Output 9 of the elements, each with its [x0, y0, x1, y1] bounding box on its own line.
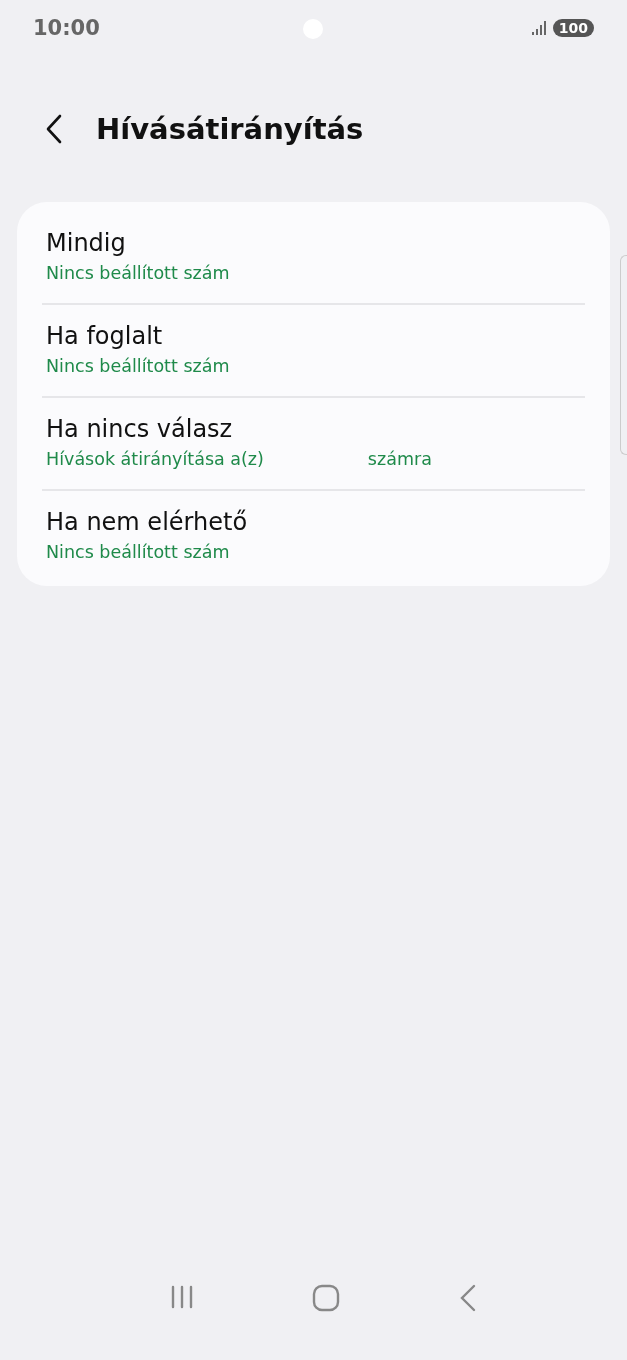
status-time: 10:00 [33, 16, 100, 40]
home-icon[interactable] [312, 1284, 341, 1312]
page-title: Hívásátirányítás [96, 112, 364, 146]
signal-icon [530, 20, 547, 36]
forwarding-option[interactable]: Ha nincs válasz Hívások átirányítása a(z) számra [42, 398, 585, 489]
forwarding-option[interactable]: Mindig Nincs beállított szám [42, 212, 585, 303]
forwarding-option[interactable]: Ha foglalt Nincs beállított szám [42, 305, 585, 396]
battery-level: 100 [552, 19, 594, 37]
forwarding-option[interactable]: Ha nem elérhető Nincs beállított szám [42, 491, 585, 582]
